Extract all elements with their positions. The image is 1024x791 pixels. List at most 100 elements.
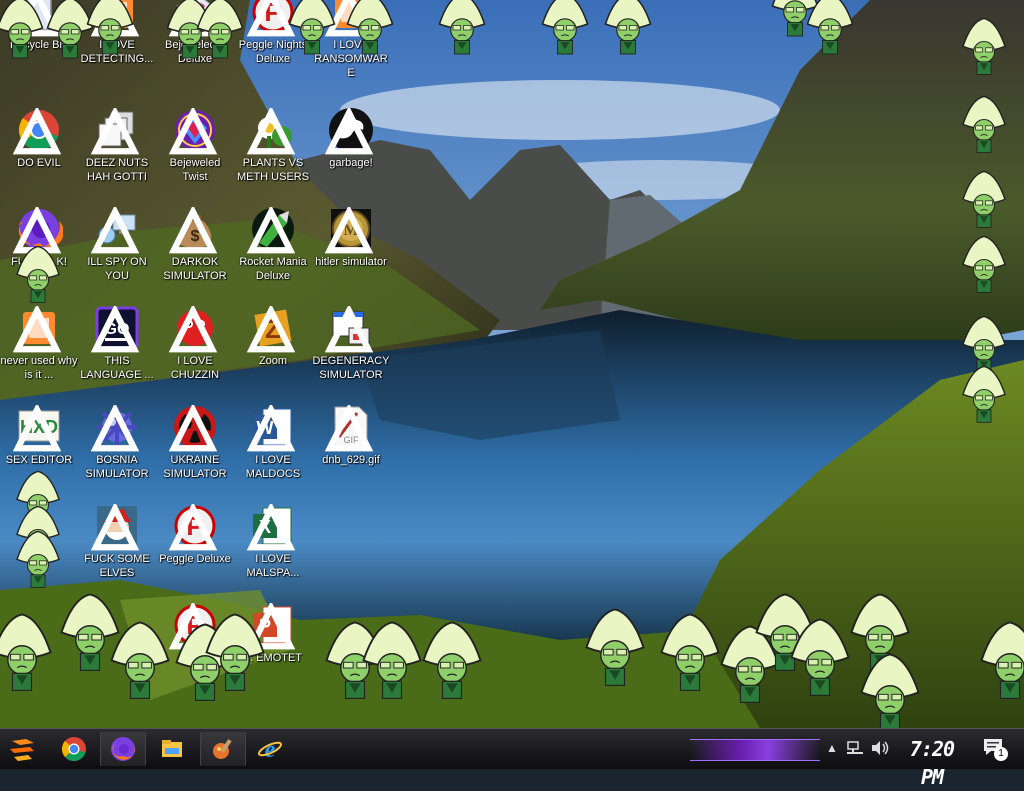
desktop-icon-label: garbage! bbox=[312, 156, 390, 170]
app-icon bbox=[93, 0, 141, 36]
desktop-icon-never-used-why-is-it-15[interactable]: never used why is it ... bbox=[0, 302, 78, 396]
shortcut-arrow-icon bbox=[325, 108, 373, 156]
desktop-icon-label: PLANTS VS METH USERS bbox=[234, 156, 312, 184]
action-center-button[interactable]: 1 bbox=[982, 737, 1010, 763]
shortcut-arrow-icon bbox=[325, 306, 373, 354]
desktop-icon-label: hitler simulator bbox=[312, 255, 390, 269]
desktop-icon-do-evil-5[interactable]: DO EVIL bbox=[0, 104, 78, 198]
desktop-icon-ukraine-simulator-22[interactable]: UKRAINE SIMULATOR bbox=[156, 401, 234, 495]
chevron-up-icon[interactable]: ▲ bbox=[826, 741, 838, 755]
chuzzle-icon bbox=[171, 304, 219, 352]
paint-icon bbox=[210, 736, 236, 762]
desktop-icon-label: I LOVE CHUZZIN bbox=[156, 354, 234, 382]
rocket-icon bbox=[249, 205, 297, 253]
desktop-icon-deez-nuts-hah-gotti-6[interactable]: DEEZ NUTS HAH GOTTI bbox=[78, 104, 156, 198]
shortcut-arrow-icon bbox=[91, 504, 139, 552]
network-icon bbox=[93, 205, 141, 253]
shortcut-arrow-icon bbox=[325, 405, 373, 453]
desktop-icon-label: DARKOK SIMULATOR bbox=[156, 255, 234, 283]
recycle-bin-icon bbox=[15, 0, 63, 36]
desktop-icon-recycle-bin-0[interactable]: Recycle Bin bbox=[0, 0, 78, 80]
shortcut-arrow-icon bbox=[247, 504, 295, 552]
zuma-icon: Z bbox=[249, 304, 297, 352]
desktop-icon-garbage-9[interactable]: garbage! bbox=[312, 104, 390, 198]
desktop-icon-fuck-some-elves-25[interactable]: FUCK SOME ELVES bbox=[78, 500, 156, 594]
folder-icon bbox=[159, 736, 185, 762]
shortcut-arrow-icon bbox=[325, 207, 373, 255]
mine-icon bbox=[93, 403, 141, 451]
desktop-icon-label: ILL SPY ON YOU bbox=[78, 255, 156, 283]
desktop-icon-hitler-simulator-14[interactable]: Mhitler simulator bbox=[312, 203, 390, 297]
taskbar-ie-button[interactable]: e bbox=[248, 732, 292, 766]
desktop-icon-label: I LOVE DETECTING... bbox=[78, 38, 156, 66]
desktop-icon-label: I LOVE MALDOCS bbox=[234, 453, 312, 481]
desktop-icon-label: BOSNIA SIMULATOR bbox=[78, 453, 156, 481]
desktop-icon-bejeweled-2-deluxe-2[interactable]: Bejeweled 2 Deluxe bbox=[156, 0, 234, 80]
desktop-icon-i-love-malspa-27[interactable]: XI LOVE MALSPA... bbox=[234, 500, 312, 594]
shortcut-arrow-icon bbox=[169, 603, 217, 651]
dragon-icon bbox=[327, 106, 375, 154]
shortcut-arrow-icon bbox=[13, 108, 61, 156]
desktop-icon-peggle-deluxe-26[interactable]: PPeggle Deluxe bbox=[156, 500, 234, 594]
bejeweled-twist-icon bbox=[171, 106, 219, 154]
word-icon: W bbox=[249, 403, 297, 451]
shortcut-arrow-icon bbox=[13, 306, 61, 354]
go-icon: GO bbox=[93, 304, 141, 352]
tray-decor-band bbox=[690, 739, 820, 761]
shortcut-arrow-icon bbox=[13, 207, 61, 255]
chrome-icon bbox=[15, 106, 63, 154]
shortcut-arrow-icon bbox=[169, 306, 217, 354]
taskbar-chrome-button[interactable] bbox=[52, 732, 96, 766]
desktop-icon-label: Recycle Bin bbox=[0, 38, 78, 52]
desktop-icon-i-love-detecting-1[interactable]: I LOVE DETECTING... bbox=[78, 0, 156, 80]
volume-icon[interactable] bbox=[870, 740, 890, 756]
shortcut-arrow-icon bbox=[91, 405, 139, 453]
start-button[interactable] bbox=[4, 733, 42, 765]
desktop-icon-label: I LOVE RANSOMWARE bbox=[312, 38, 390, 80]
desktop-icon-peggle-nights-deluxe-3[interactable]: PPeggle Nights Deluxe bbox=[234, 0, 312, 80]
firefox-icon bbox=[15, 205, 63, 253]
desktop-icon-emotet-29[interactable]: P... EMOTET bbox=[234, 599, 312, 693]
desktop-icon-bosnia-simulator-21[interactable]: BOSNIA SIMULATOR bbox=[78, 401, 156, 495]
svg-text:e: e bbox=[265, 737, 276, 762]
taskbar-clock[interactable]: 7:20 PM bbox=[898, 735, 966, 763]
taskbar-paint-button[interactable] bbox=[200, 732, 246, 766]
window-app-icon bbox=[327, 304, 375, 352]
network-icon[interactable] bbox=[846, 740, 864, 756]
desktop-icon-i-love-ransomware-4[interactable]: I LOVE RANSOMWARE bbox=[312, 0, 390, 80]
desktop-icon-zoom-18[interactable]: ZZoom bbox=[234, 302, 312, 396]
shortcut-arrow-icon bbox=[247, 405, 295, 453]
desktop-icon-ill-spy-on-you-11[interactable]: ILL SPY ON YOU bbox=[78, 203, 156, 297]
desktop-icon-furry-k-10[interactable]: FURRY...K! bbox=[0, 203, 78, 297]
windows-stack-icon bbox=[93, 106, 141, 154]
desktop-icon-dnb-629-gif-24[interactable]: GIFdnb_629.gif bbox=[312, 401, 390, 495]
desktop-icon-bejeweled-twist-7[interactable]: Bejeweled Twist bbox=[156, 104, 234, 198]
taskbar-firefox-button[interactable] bbox=[100, 732, 146, 766]
ie-icon: e bbox=[257, 736, 283, 762]
shortcut-arrow-icon bbox=[169, 405, 217, 453]
desktop-icon-degeneracy-simulator-19[interactable]: DEGENERACY SIMULATOR bbox=[312, 302, 390, 396]
desktop-icon-label: never used why is it ... bbox=[0, 354, 78, 382]
peggle-icon: P bbox=[249, 0, 297, 36]
taskbar: e ▲ 7:20 PM 1 bbox=[0, 728, 1024, 769]
plants-icon bbox=[249, 106, 297, 154]
desktop-icon-label: Bejeweled 2 Deluxe bbox=[156, 38, 234, 66]
shortcut-arrow-icon bbox=[13, 405, 61, 453]
taskbar-explorer-button[interactable] bbox=[150, 732, 194, 766]
desktop-icon-i-love-chuzzin-17[interactable]: I LOVE CHUZZIN bbox=[156, 302, 234, 396]
desktop-icon-rocket-mania-deluxe-13[interactable]: Rocket Mania Deluxe bbox=[234, 203, 312, 297]
shortcut-arrow-icon bbox=[247, 207, 295, 255]
powerpoint-icon: P bbox=[249, 601, 297, 649]
shortcut-arrow-icon bbox=[13, 0, 61, 38]
bejeweled-icon bbox=[171, 0, 219, 36]
desktop-icon-label: Peggle Deluxe bbox=[156, 552, 234, 566]
desktop-icon-sex-editor-20[interactable]: HXDSEX EDITOR bbox=[0, 401, 78, 495]
desktop-icon-plants-vs-meth-users-8[interactable]: PLANTS VS METH USERS bbox=[234, 104, 312, 198]
desktop-icon-label: DO EVIL bbox=[0, 156, 78, 170]
shortcut-arrow-icon bbox=[247, 0, 295, 38]
excel-icon: X bbox=[249, 502, 297, 550]
desktop-icon-unnamed-28[interactable]: P bbox=[156, 599, 234, 693]
desktop-icon-i-love-maldocs-23[interactable]: WI LOVE MALDOCS bbox=[234, 401, 312, 495]
desktop-icon-this-language-16[interactable]: GOTHIS LANGUAGE ... bbox=[78, 302, 156, 396]
desktop-icon-darkok-simulator-12[interactable]: $DARKOK SIMULATOR bbox=[156, 203, 234, 297]
